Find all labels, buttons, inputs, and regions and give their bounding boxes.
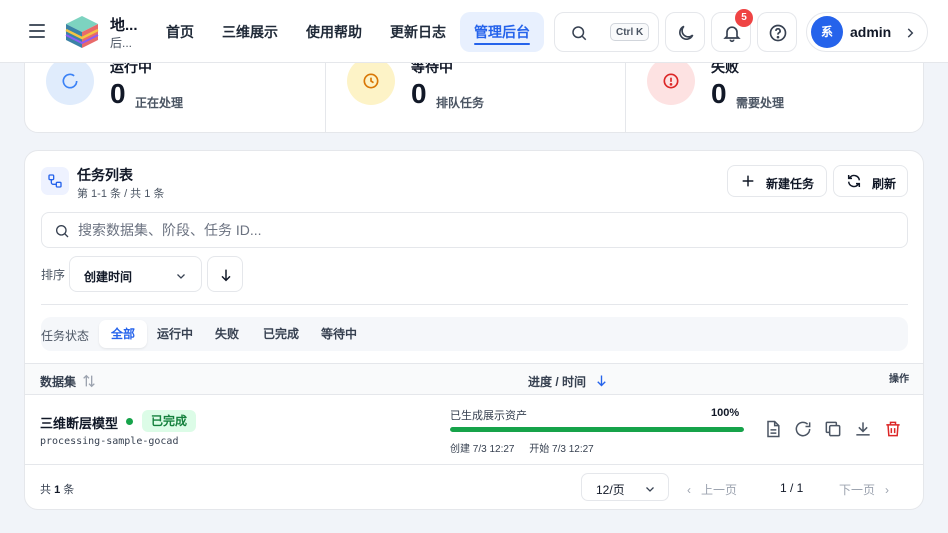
- task-search-field[interactable]: [41, 212, 908, 248]
- table-row: 三维断层模型 已完成 processing-sample-gocad 已生成展示…: [25, 395, 923, 465]
- clock-icon: [363, 73, 379, 89]
- user-menu[interactable]: 系 admin: [806, 12, 928, 52]
- column-actions: 操作: [889, 374, 909, 385]
- help-button[interactable]: [757, 12, 797, 52]
- stat-value: 0: [711, 78, 727, 109]
- nav-help[interactable]: 使用帮助: [292, 12, 376, 52]
- filter-tab-failed[interactable]: 失败: [203, 320, 251, 348]
- arrow-down-icon: [221, 269, 231, 282]
- help-circle-icon: [769, 24, 787, 42]
- alert-circle-icon: [663, 73, 679, 89]
- nav-admin[interactable]: 管理后台: [460, 12, 544, 52]
- file-text-icon: [767, 420, 780, 438]
- chevron-right-icon: [907, 28, 914, 38]
- new-task-button[interactable]: 新建任务: [727, 165, 827, 197]
- stat-value: 0: [110, 78, 126, 109]
- sort-icon: [83, 374, 95, 388]
- started-time: 开始 7/3 12:27: [529, 444, 594, 455]
- nav-3d-view[interactable]: 三维展示: [208, 12, 292, 52]
- chevron-down-icon: [646, 487, 654, 492]
- column-progress[interactable]: 进度 / 时间: [528, 373, 606, 390]
- app-logo[interactable]: [64, 14, 100, 50]
- global-search-button[interactable]: Ctrl K: [554, 12, 659, 52]
- total-count: 共 1 条: [40, 484, 75, 496]
- filter-label: 任务状态: [41, 329, 90, 343]
- search-icon: [572, 26, 587, 41]
- loader-icon: [62, 73, 78, 89]
- retry-button[interactable]: [793, 419, 813, 439]
- next-page-button[interactable]: 下一页 ›: [839, 481, 889, 498]
- filter-tab-all[interactable]: 全部: [99, 320, 148, 348]
- plus-icon: [742, 175, 754, 187]
- stat-sub: 需要处理: [736, 96, 785, 110]
- table-header: 数据集 进度 / 时间 操作: [25, 363, 923, 395]
- notification-badge: 5: [735, 9, 753, 27]
- stat-value: 0: [411, 78, 427, 109]
- page-indicator: 1 / 1: [780, 481, 804, 495]
- task-search-input[interactable]: [78, 213, 898, 247]
- progress-bar: [450, 427, 744, 432]
- refresh-icon: [847, 174, 861, 188]
- status-badge: 已完成: [142, 410, 197, 432]
- menu-icon[interactable]: [29, 24, 45, 38]
- stat-sub: 排队任务: [436, 96, 485, 110]
- theme-toggle-button[interactable]: [665, 12, 705, 52]
- created-time: 创建 7/3 12:27: [450, 444, 515, 455]
- sort-direction-button[interactable]: [207, 256, 243, 292]
- copy-button[interactable]: [823, 419, 843, 439]
- trash-icon: [886, 421, 900, 437]
- status-dot: [126, 418, 133, 425]
- workflow-icon: [41, 167, 69, 195]
- stat-icon-bg: [347, 57, 395, 105]
- moon-icon: [679, 25, 694, 40]
- filter-tab-waiting[interactable]: 等待中: [309, 320, 369, 348]
- avatar: 系: [811, 16, 843, 48]
- task-id: processing-sample-gocad: [40, 436, 179, 447]
- filter-tab-running[interactable]: 运行中: [145, 320, 205, 348]
- main-nav: 首页 三维展示 使用帮助 更新日志 管理后台: [152, 12, 544, 52]
- page-size-value: 12/页: [596, 483, 625, 497]
- arrow-down-icon: [597, 375, 606, 387]
- top-header: 地... 后... 首页 三维展示 使用帮助 更新日志 管理后台 Ctrl K …: [0, 0, 948, 63]
- rotate-icon: [795, 421, 811, 437]
- column-dataset[interactable]: 数据集: [40, 373, 95, 390]
- nav-home[interactable]: 首页: [152, 12, 208, 52]
- brand-subtitle: 后...: [110, 36, 133, 50]
- progress-fill: [450, 427, 744, 432]
- copy-icon: [825, 421, 841, 437]
- brand-title: 地...: [110, 17, 138, 34]
- delete-button[interactable]: [883, 419, 903, 439]
- download-icon: [856, 422, 870, 436]
- filter-tab-completed[interactable]: 已完成: [251, 320, 311, 348]
- status-filter-bar: 任务状态 全部 运行中 失败 已完成 等待中: [41, 317, 908, 351]
- task-times: 创建 7/3 12:27 开始 7/3 12:27: [450, 440, 594, 455]
- sort-label: 排序: [41, 268, 66, 282]
- task-list-count: 第 1-1 条 / 共 1 条: [77, 188, 165, 200]
- refresh-button[interactable]: 刷新: [833, 165, 908, 197]
- task-list-card: 任务列表 第 1-1 条 / 共 1 条 新建任务 刷新 排序 创建时间 任务状…: [24, 150, 924, 510]
- sort-field-select[interactable]: 创建时间: [69, 256, 202, 292]
- task-list-title: 任务列表: [77, 167, 133, 183]
- page-size-select[interactable]: 12/页: [581, 473, 669, 501]
- prev-page-button[interactable]: ‹ 上一页: [687, 481, 737, 498]
- nav-changelog[interactable]: 更新日志: [376, 12, 460, 52]
- stat-sub: 正在处理: [135, 96, 184, 110]
- progress-stage: 已生成展示资产: [450, 410, 527, 422]
- shortcut-hint: Ctrl K: [610, 23, 650, 41]
- stat-icon-bg: [647, 57, 695, 105]
- stat-icon-bg: [46, 57, 94, 105]
- search-icon: [56, 225, 69, 238]
- divider: [41, 304, 908, 305]
- view-log-button[interactable]: [763, 419, 783, 439]
- user-name: admin: [850, 24, 892, 40]
- download-button[interactable]: [853, 419, 873, 439]
- progress-percent: 100%: [711, 407, 740, 419]
- dataset-name: 三维断层模型: [40, 416, 119, 431]
- chevron-down-icon: [177, 274, 185, 279]
- sort-value: 创建时间: [84, 270, 133, 284]
